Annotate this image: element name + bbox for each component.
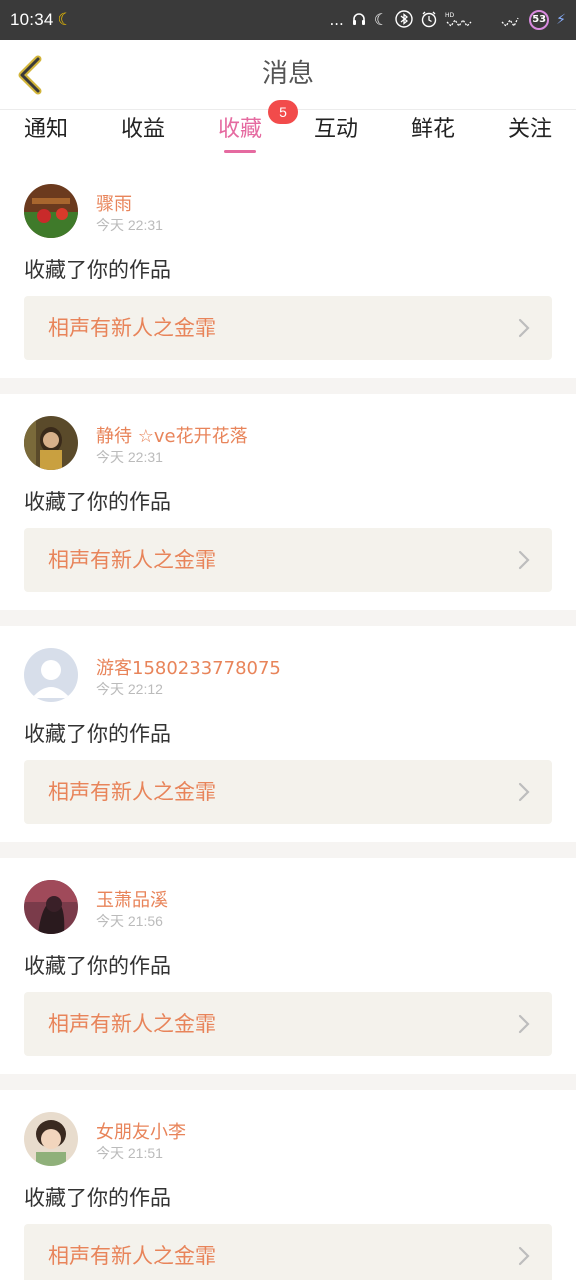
divider xyxy=(0,378,576,394)
list-item: 女朋友小李 今天 21:51 收藏了你的作品 相声有新人之金霏 xyxy=(0,1090,576,1280)
chevron-right-icon xyxy=(518,1014,530,1034)
list-item: 玉萧品溪 今天 21:56 收藏了你的作品 相声有新人之金霏 xyxy=(0,858,576,1074)
work-title: 相声有新人之金霏 xyxy=(48,1012,216,1036)
work-title: 相声有新人之金霏 xyxy=(48,780,216,804)
unread-badge: 5 xyxy=(268,100,298,124)
avatar[interactable] xyxy=(24,880,78,934)
wifi-icon xyxy=(500,10,522,31)
tab-label: 互动 xyxy=(313,117,358,142)
tab-label: 鲜花 xyxy=(410,117,455,142)
chevron-right-icon xyxy=(518,1246,530,1266)
user-name[interactable]: 静待 ☆ve花开花落 xyxy=(96,422,248,448)
alarm-icon xyxy=(420,10,438,31)
chevron-right-icon xyxy=(518,318,530,338)
user-name[interactable]: 玉萧品溪 xyxy=(96,886,168,912)
signal-icon: HD xyxy=(445,10,493,31)
bluetooth-icon xyxy=(395,9,413,31)
user-name[interactable]: 女朋友小李 xyxy=(96,1118,186,1144)
do-not-disturb-icon: ☾ xyxy=(373,10,389,29)
tab-earnings[interactable]: 收益 xyxy=(107,110,179,162)
tab-following[interactable]: 关注 xyxy=(494,110,566,162)
list-item: 骤雨 今天 22:31 收藏了你的作品 相声有新人之金霏 xyxy=(0,162,576,378)
tab-bar: 通知 收益 收藏 5 互动 鲜花 关注 xyxy=(0,100,576,162)
user-name[interactable]: 骤雨 xyxy=(96,190,132,216)
tab-label: 通知 xyxy=(23,117,68,142)
work-card[interactable]: 相声有新人之金霏 xyxy=(24,992,552,1056)
timestamp: 今天 21:56 xyxy=(96,913,163,929)
active-tab-indicator xyxy=(224,150,256,153)
timestamp: 今天 22:31 xyxy=(96,449,163,465)
action-text: 收藏了你的作品 xyxy=(24,258,171,282)
work-title: 相声有新人之金霏 xyxy=(48,1244,216,1268)
tab-favorites[interactable]: 收藏 5 xyxy=(204,100,298,162)
tab-notifications[interactable]: 通知 xyxy=(10,110,82,162)
favorites-feed: 骤雨 今天 22:31 收藏了你的作品 相声有新人之金霏 静待 ☆ve花开花落 … xyxy=(0,162,576,1280)
avatar[interactable] xyxy=(24,416,78,470)
battery-indicator: 53 xyxy=(529,10,550,30)
timestamp: 今天 22:31 xyxy=(96,217,163,233)
avatar[interactable] xyxy=(24,648,78,702)
chevron-right-icon xyxy=(518,550,530,570)
avatar[interactable] xyxy=(24,184,78,238)
status-icons: ... ☾ HD 53 ⚡ xyxy=(329,9,566,31)
tab-flowers[interactable]: 鲜花 xyxy=(397,110,469,162)
action-text: 收藏了你的作品 xyxy=(24,490,171,514)
divider xyxy=(0,610,576,626)
work-title: 相声有新人之金霏 xyxy=(48,548,216,572)
work-card[interactable]: 相声有新人之金霏 xyxy=(24,296,552,360)
list-item: 游客1580233778075 今天 22:12 收藏了你的作品 相声有新人之金… xyxy=(0,626,576,842)
timestamp: 今天 22:12 xyxy=(96,681,163,697)
chevron-right-icon xyxy=(518,782,530,802)
action-text: 收藏了你的作品 xyxy=(24,954,171,978)
status-time: 10:34 xyxy=(10,10,54,29)
svg-text:HD: HD xyxy=(445,12,455,19)
divider xyxy=(0,842,576,858)
headphone-icon xyxy=(351,11,367,30)
timestamp: 今天 21:51 xyxy=(96,1145,163,1161)
action-text: 收藏了你的作品 xyxy=(24,722,171,746)
more-dots: ... xyxy=(329,11,344,29)
action-text: 收藏了你的作品 xyxy=(24,1186,171,1210)
tab-label: 收藏 xyxy=(217,117,262,142)
user-name[interactable]: 游客1580233778075 xyxy=(96,654,281,680)
list-item: 静待 ☆ve花开花落 今天 22:31 收藏了你的作品 相声有新人之金霏 xyxy=(0,394,576,610)
status-bar: 10:34 ☾ ... ☾ HD 53 ⚡ xyxy=(0,0,576,40)
tab-label: 收益 xyxy=(120,117,165,142)
tab-label: 关注 xyxy=(507,117,552,142)
work-title: 相声有新人之金霏 xyxy=(48,316,216,340)
crescent-moon-icon: ☾ xyxy=(57,10,73,30)
charging-bolt-icon: ⚡ xyxy=(556,12,566,28)
tab-interactions[interactable]: 互动 xyxy=(300,110,372,162)
work-card[interactable]: 相声有新人之金霏 xyxy=(24,528,552,592)
work-card[interactable]: 相声有新人之金霏 xyxy=(24,1224,552,1280)
avatar[interactable] xyxy=(24,1112,78,1166)
work-card[interactable]: 相声有新人之金霏 xyxy=(24,760,552,824)
divider xyxy=(0,1074,576,1090)
